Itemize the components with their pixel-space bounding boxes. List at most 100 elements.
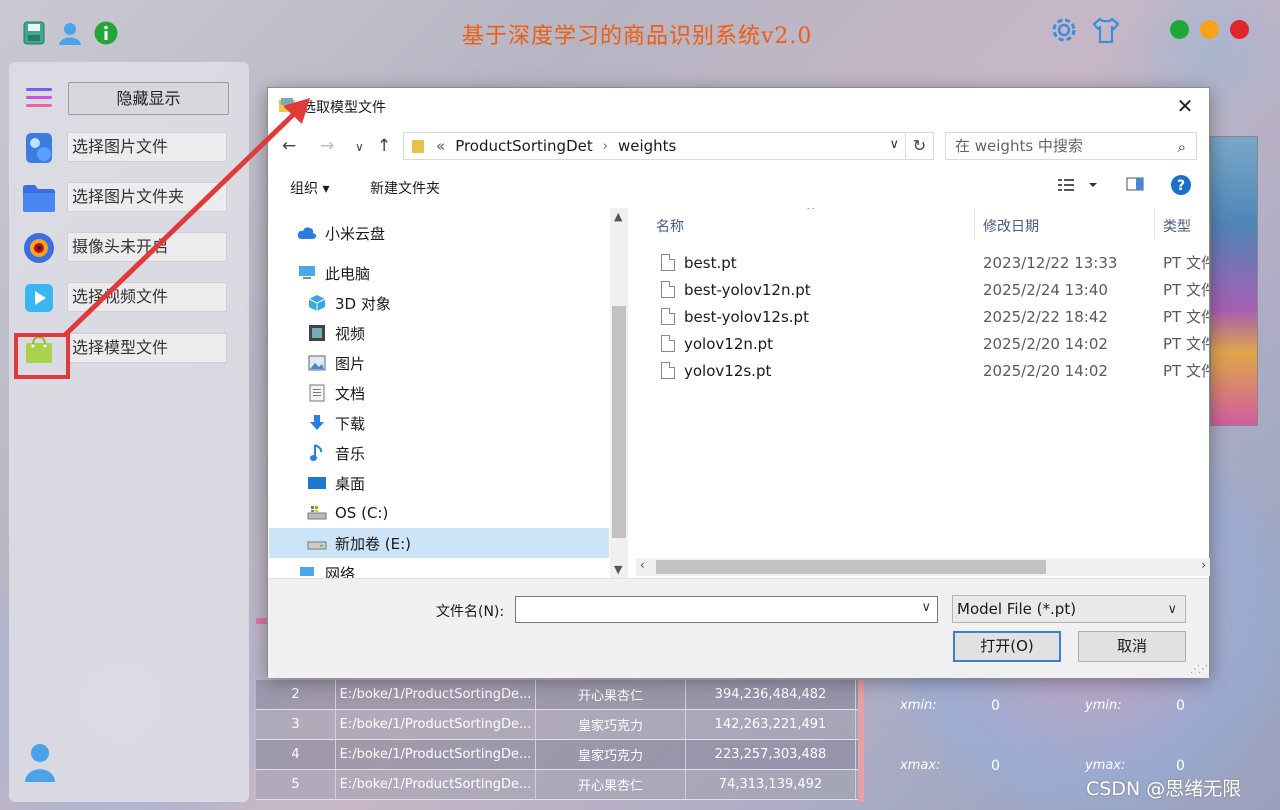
file-type-filter-select[interactable]: Model File (*.pt) ∨: [952, 595, 1186, 623]
forward-arrow-icon[interactable]: →: [320, 136, 334, 156]
open-button[interactable]: 打开(O): [953, 631, 1061, 662]
scroll-left-icon[interactable]: ‹: [640, 558, 645, 572]
nav-item-videos[interactable]: 视频: [269, 318, 609, 348]
file-row[interactable]: yolov12n.pt 2025/2/20 14:02 PT 文件: [636, 330, 1209, 357]
preview-pane-icon[interactable]: [1126, 176, 1144, 196]
select-video-file-button[interactable]: 选择视频文件: [67, 282, 227, 312]
organize-menu[interactable]: 组织 ▾: [290, 178, 329, 198]
breadcrumb-overflow[interactable]: «: [436, 137, 445, 155]
filename-input[interactable]: ∨: [515, 596, 938, 623]
nav-item-drive-c[interactable]: OS (C:): [269, 498, 609, 528]
file-row[interactable]: yolov12s.pt 2025/2/20 14:02 PT 文件: [636, 357, 1209, 384]
file-row[interactable]: best-yolov12s.pt 2025/2/22 18:42 PT 文件: [636, 303, 1209, 330]
nav-item-music[interactable]: 音乐: [269, 438, 609, 468]
select-model-file-button[interactable]: 选择模型文件: [67, 333, 227, 363]
sidebar-item-video[interactable]: [21, 280, 57, 316]
scroll-down-icon[interactable]: ▼: [614, 563, 622, 576]
hide-show-button[interactable]: 隐藏显示: [68, 82, 229, 115]
nav-item-label: 桌面: [335, 474, 366, 493]
hamburger-menu-icon[interactable]: [21, 80, 57, 116]
nav-item-pictures[interactable]: 图片: [269, 348, 609, 378]
nav-item-3d-objects[interactable]: 3D 对象: [269, 288, 609, 318]
scrollbar-thumb[interactable]: [656, 560, 1046, 574]
nav-item-documents[interactable]: 文档: [269, 378, 609, 408]
navigation-pane: 小米云盘 此电脑 3D 对象 视频 图片 文档 下载 音乐 桌面 OS (C:)…: [269, 208, 609, 578]
address-dropdown-icon[interactable]: ∨: [889, 137, 899, 152]
select-image-file-button[interactable]: 选择图片文件: [67, 132, 227, 162]
table-cell: 皇家巧克力: [536, 710, 686, 739]
drive-c-icon: [307, 503, 327, 523]
scroll-up-icon[interactable]: ▲: [614, 210, 622, 223]
close-button[interactable]: [1230, 20, 1249, 39]
scroll-right-icon[interactable]: ›: [1201, 558, 1206, 572]
column-divider[interactable]: [1154, 208, 1155, 240]
filename-dropdown-icon[interactable]: ∨: [921, 600, 931, 615]
refresh-icon[interactable]: ↻: [906, 132, 934, 160]
nav-item-label: 图片: [335, 354, 366, 373]
recent-locations-chevron-icon[interactable]: ∨: [355, 140, 364, 154]
resize-grip-icon[interactable]: ⋰⋰: [1190, 664, 1208, 675]
table-cell: 394,236,484,482: [686, 680, 856, 709]
file-type: PT 文件: [1163, 254, 1209, 272]
scrollbar-thumb[interactable]: [612, 306, 626, 538]
nav-item-drive-e[interactable]: 新加卷 (E:): [269, 528, 609, 558]
navigation-scrollbar[interactable]: ▲ ▼: [610, 208, 628, 578]
theme-shirt-icon[interactable]: [1090, 14, 1122, 50]
view-options-icon[interactable]: [1057, 176, 1097, 198]
minimize-button[interactable]: [1200, 20, 1219, 39]
user-icon[interactable]: [58, 20, 82, 46]
nav-item-network[interactable]: 网络: [269, 558, 609, 578]
save-icon[interactable]: [22, 20, 46, 46]
up-arrow-icon[interactable]: ↑: [377, 136, 391, 156]
table-row[interactable]: 4 E:/boke/1/ProductSortingDe... 皇家巧克力 22…: [256, 740, 864, 770]
nav-item-downloads[interactable]: 下载: [269, 408, 609, 438]
table-row[interactable]: 3 E:/boke/1/ProductSortingDe... 皇家巧克力 14…: [256, 710, 864, 740]
sidebar-item-camera[interactable]: [21, 230, 57, 266]
help-icon[interactable]: ?: [1170, 174, 1192, 200]
nav-item-label: 文档: [335, 384, 366, 403]
back-arrow-icon[interactable]: ←: [282, 136, 296, 156]
ymax-value: 0: [1176, 758, 1185, 774]
ymin-label: ymin:: [1085, 698, 1122, 713]
info-icon[interactable]: [94, 20, 118, 46]
table-row[interactable]: 2 E:/boke/1/ProductSortingDe... 开心果杏仁 39…: [256, 680, 864, 710]
file-list-horizontal-scrollbar[interactable]: ‹ ›: [636, 558, 1210, 576]
documents-icon: [307, 383, 327, 403]
address-bar-row: ← → ∨ ↑ « ProductSortingDet › weights ∨ …: [268, 132, 1209, 160]
sidebar-item-image-file[interactable]: [21, 130, 57, 166]
select-image-folder-button[interactable]: 选择图片文件夹: [67, 182, 227, 212]
search-input[interactable]: 在 weights 中搜索 ⌕: [945, 132, 1197, 160]
file-icon: [661, 281, 675, 298]
watermark: CSDN @思绪无限: [1086, 778, 1242, 800]
file-row[interactable]: best-yolov12n.pt 2025/2/24 13:40 PT 文件: [636, 276, 1209, 303]
column-header-name[interactable]: 名称: [656, 216, 684, 236]
sidebar-item-image-folder[interactable]: [21, 180, 57, 216]
dialog-close-button[interactable]: ✕: [1173, 94, 1197, 118]
file-icon: [661, 254, 675, 271]
user-avatar-icon[interactable]: [25, 742, 55, 786]
nav-item-label: 网络: [325, 564, 356, 579]
new-folder-button[interactable]: 新建文件夹: [370, 178, 440, 198]
nav-item-desktop[interactable]: 桌面: [269, 468, 609, 498]
file-date: 2025/2/20 14:02: [983, 361, 1108, 380]
nav-item-xiaomi-cloud[interactable]: 小米云盘: [269, 218, 609, 248]
column-divider[interactable]: [974, 208, 975, 240]
nav-item-label: 3D 对象: [335, 294, 391, 313]
column-header-date[interactable]: 修改日期: [983, 216, 1039, 236]
nav-item-this-pc[interactable]: 此电脑: [269, 258, 609, 288]
filename-label: 文件名(N):: [436, 604, 505, 620]
maximize-button[interactable]: [1170, 20, 1189, 39]
file-row[interactable]: best.pt 2023/12/22 13:33 PT 文件: [636, 249, 1209, 276]
cancel-button[interactable]: 取消: [1078, 631, 1186, 662]
breadcrumb-item[interactable]: ProductSortingDet: [455, 137, 593, 155]
address-bar[interactable]: « ProductSortingDet › weights ∨: [403, 132, 906, 160]
breadcrumb-item[interactable]: weights: [618, 137, 676, 155]
column-header-type[interactable]: 类型: [1163, 216, 1191, 236]
camera-toggle-button[interactable]: 摄像头未开启: [67, 232, 227, 262]
dialog-app-icon: [278, 96, 296, 118]
nav-item-label: 视频: [335, 324, 366, 343]
file-name: best-yolov12n.pt: [684, 280, 811, 299]
table-row[interactable]: 5 E:/boke/1/ProductSortingDe... 开心果杏仁 74…: [256, 770, 864, 800]
settings-gear-icon[interactable]: [1048, 14, 1080, 50]
table-cell: 3: [256, 710, 336, 739]
